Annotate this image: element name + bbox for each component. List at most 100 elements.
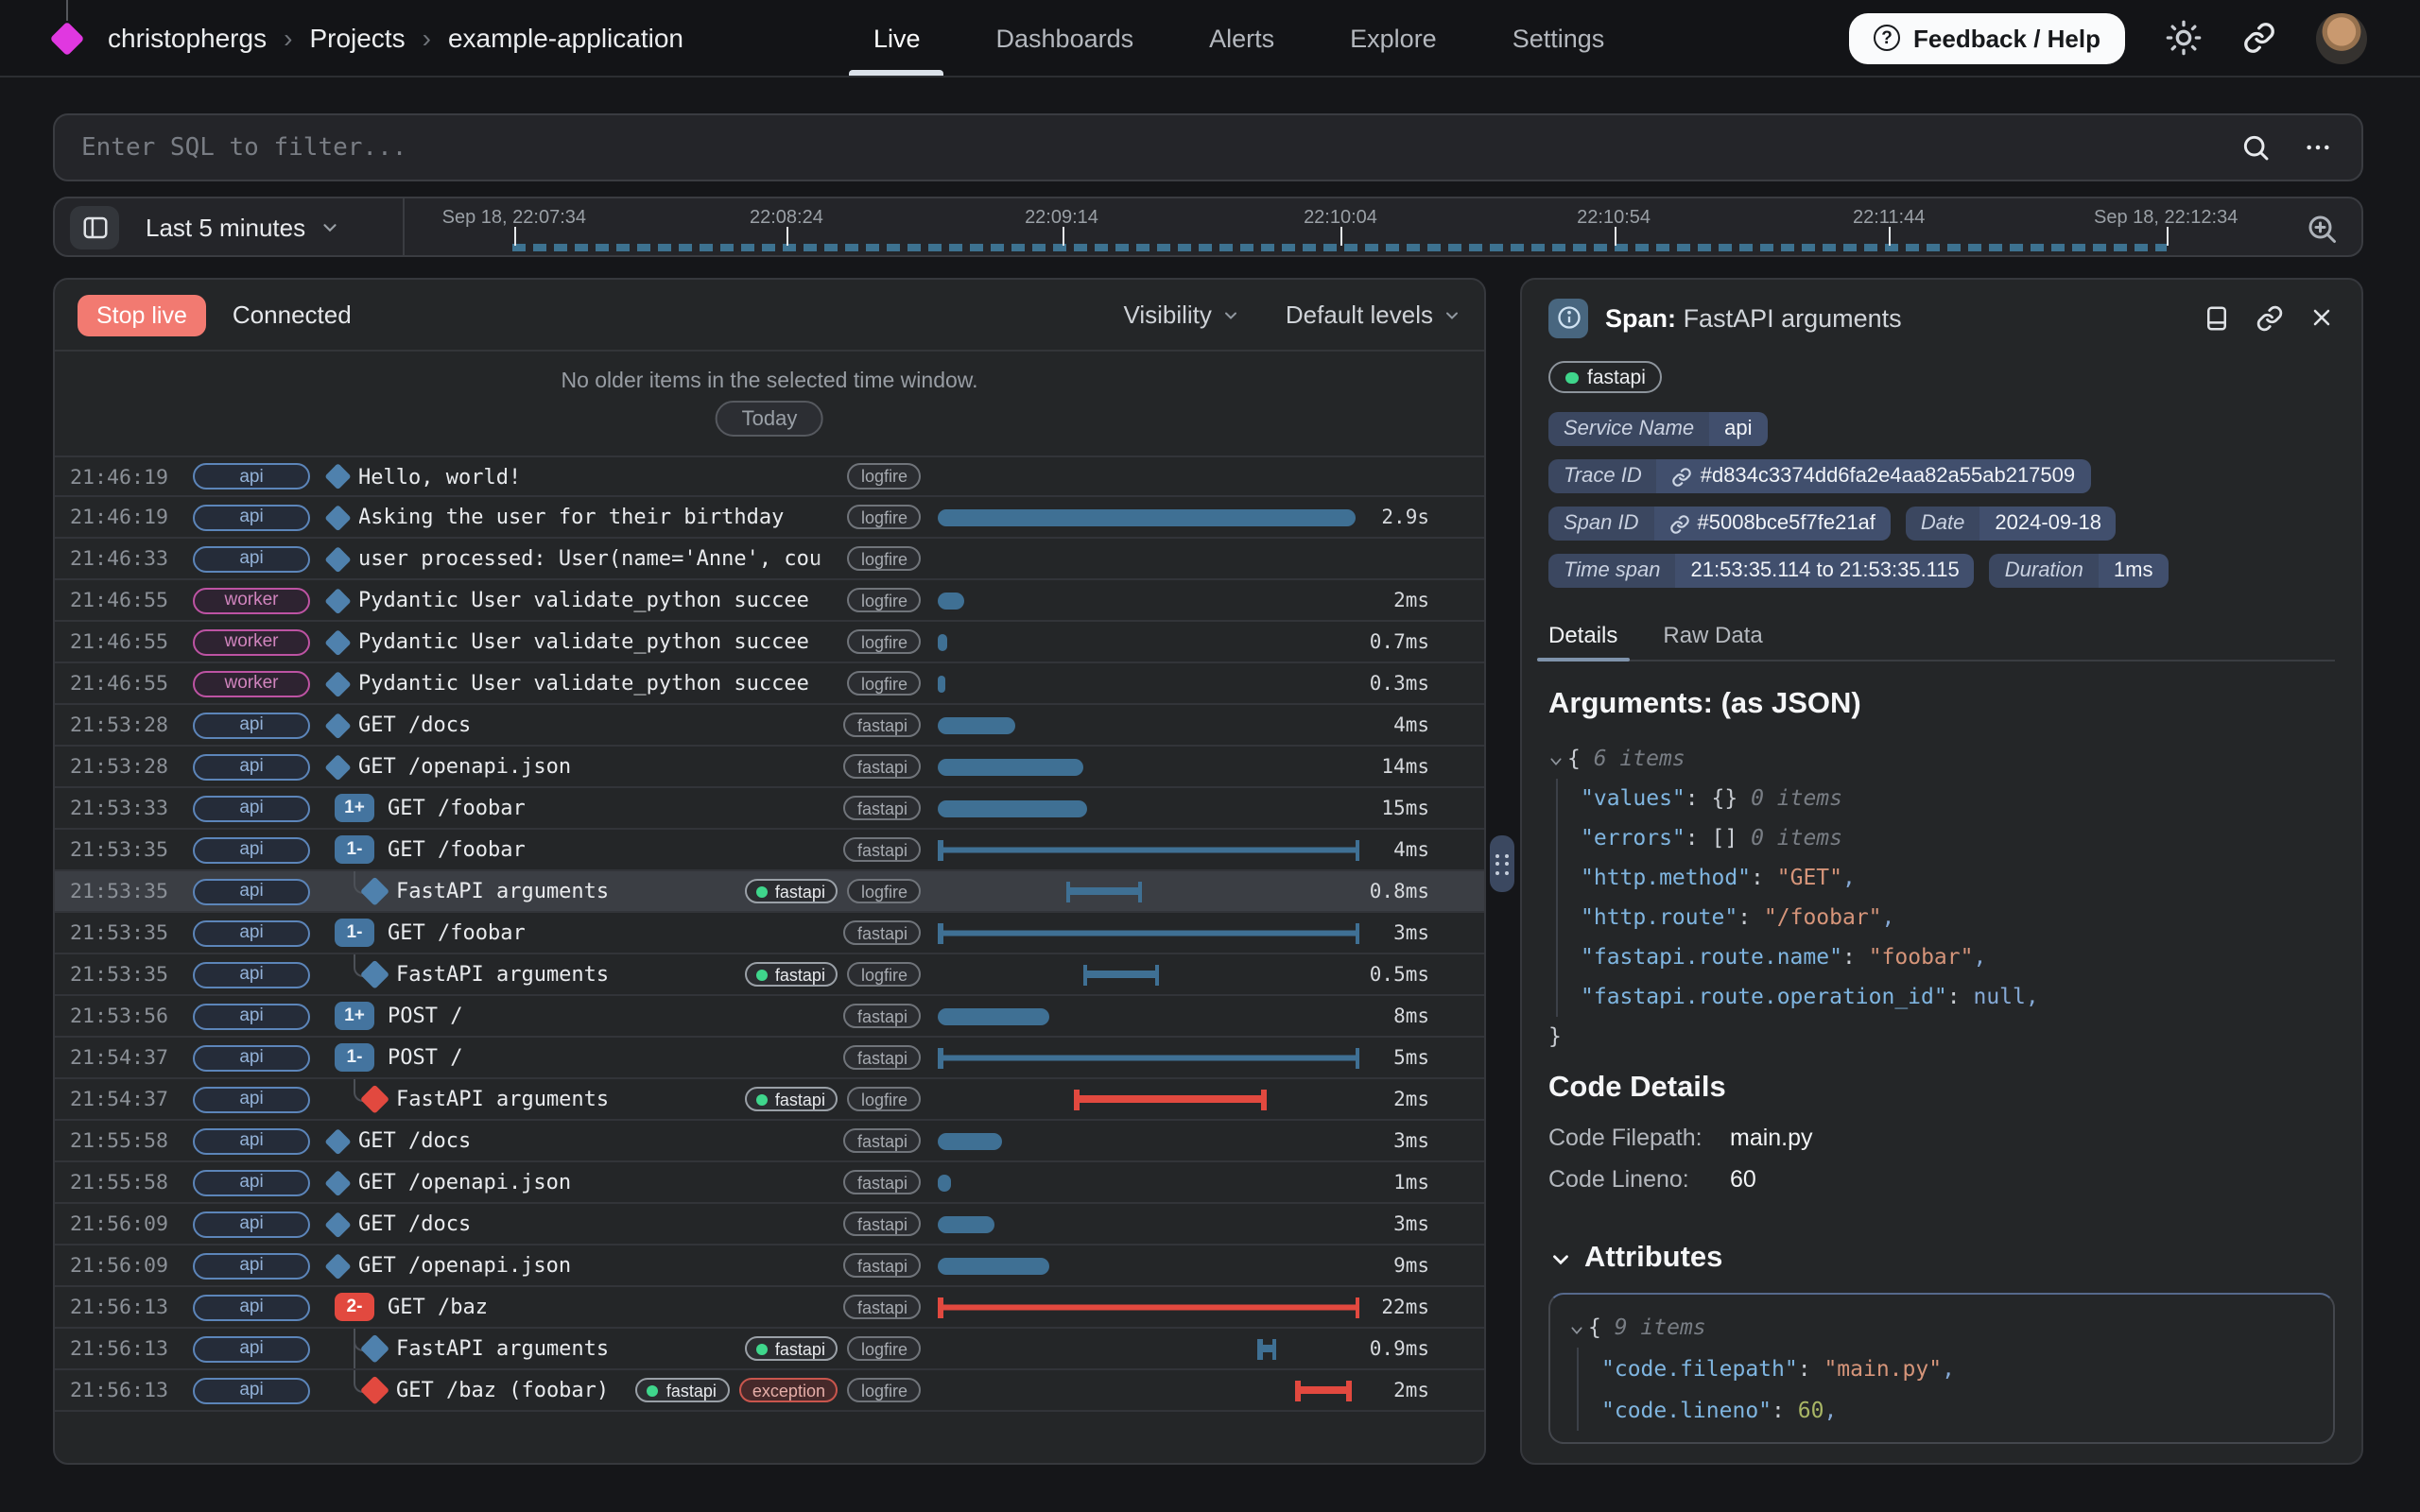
attribute-chip[interactable]: Date2024-09-18 <box>1906 507 2117 541</box>
span-duration: 3ms <box>1359 1129 1429 1152</box>
grip-handle[interactable] <box>1490 835 1514 892</box>
feedback-help-button[interactable]: ? Feedback / Help <box>1849 12 2125 63</box>
expand-chip[interactable]: 2- <box>335 1293 374 1321</box>
service-badge-api[interactable]: api <box>193 1003 310 1029</box>
today-button[interactable]: Today <box>716 401 824 437</box>
expand-chip[interactable]: 1- <box>335 919 374 947</box>
span-row[interactable]: 21:53:28apiGET /docsfastapi4ms <box>55 705 1484 747</box>
attributes-heading[interactable]: Attributes <box>1548 1243 2335 1277</box>
service-badge-api[interactable]: api <box>193 919 310 946</box>
avatar[interactable] <box>2316 12 2367 63</box>
tab-live[interactable]: Live <box>873 0 921 76</box>
expand-chip[interactable]: 1+ <box>335 1002 374 1030</box>
link-icon[interactable] <box>2242 21 2276 55</box>
span-row[interactable]: 21:54:37api1-POST /fastapi5ms <box>55 1038 1484 1079</box>
service-badge-api[interactable]: api <box>193 504 310 530</box>
span-row[interactable]: 21:46:55workerPydantic User validate_pyt… <box>55 663 1484 705</box>
span-row[interactable]: 21:56:13apiGET /baz (foobar)fastapiexcep… <box>55 1370 1484 1412</box>
breadcrumb-project-name[interactable]: example-application <box>448 23 683 53</box>
span-row[interactable]: 21:53:56api1+POST /fastapi8ms <box>55 996 1484 1038</box>
service-badge-api[interactable]: api <box>193 1377 310 1403</box>
service-badge-api[interactable]: api <box>193 961 310 988</box>
sun-theme-icon[interactable] <box>2165 19 2203 57</box>
service-badge-api[interactable]: api <box>193 878 310 904</box>
span-row[interactable]: 21:53:35api1-GET /foobarfastapi3ms <box>55 913 1484 954</box>
expand-chip[interactable]: 1- <box>335 1043 374 1072</box>
span-row[interactable]: 21:55:58apiGET /docsfastapi3ms <box>55 1121 1484 1162</box>
span-row[interactable]: 21:46:19apiHello, world!logfire <box>55 455 1484 497</box>
span-row[interactable]: 21:55:58apiGET /openapi.jsonfastapi1ms <box>55 1162 1484 1204</box>
span-row[interactable]: 21:54:37apiFastAPI argumentsfastapilogfi… <box>55 1079 1484 1121</box>
active-tab-underline <box>850 70 944 76</box>
tab-settings[interactable]: Settings <box>1512 0 1605 76</box>
span-row[interactable]: 21:53:28apiGET /openapi.jsonfastapi14ms <box>55 747 1484 788</box>
attribute-chip[interactable]: Service Nameapi <box>1548 413 1768 447</box>
service-badge-worker[interactable]: worker <box>193 587 310 613</box>
service-badge-api[interactable]: api <box>193 1127 310 1154</box>
timeline[interactable]: Sep 18, 22:07:3422:08:2422:09:1422:10:04… <box>406 198 2278 255</box>
span-duration: 15ms <box>1359 797 1429 819</box>
span-diamond-icon <box>325 505 351 530</box>
row-gutter <box>329 1174 347 1192</box>
expand-chip[interactable]: 1- <box>335 835 374 864</box>
service-badge-api[interactable]: api <box>193 545 310 572</box>
span-row[interactable]: 21:53:33api1+GET /foobarfastapi15ms <box>55 788 1484 830</box>
detail-tab-raw-data[interactable]: Raw Data <box>1663 623 1762 661</box>
service-badge-api[interactable]: api <box>193 712 310 738</box>
search-icon[interactable] <box>2240 132 2271 163</box>
service-badge-api[interactable]: api <box>193 1335 310 1362</box>
service-badge-api[interactable]: api <box>193 1044 310 1071</box>
span-row[interactable]: 21:46:33apiuser processed: User(name='An… <box>55 539 1484 580</box>
attribute-chip[interactable]: Trace ID#d834c3374dd6fa2e4aa82a55ab21750… <box>1548 460 2090 494</box>
tab-explore[interactable]: Explore <box>1350 0 1437 76</box>
service-badge-api[interactable]: api <box>193 1086 310 1112</box>
tab-dashboards[interactable]: Dashboards <box>996 0 1134 76</box>
service-badge-api[interactable]: api <box>193 1211 310 1237</box>
default-levels-dropdown[interactable]: Default levels <box>1286 301 1461 329</box>
card-icon[interactable] <box>2203 303 2231 332</box>
span-message: POST / <box>388 1045 844 1070</box>
expand-chip[interactable]: 1+ <box>335 794 374 822</box>
span-tags: fastapi <box>844 920 921 946</box>
span-row[interactable]: 21:56:13api2-GET /bazfastapi22ms <box>55 1287 1484 1329</box>
detail-tab-details[interactable]: Details <box>1548 623 1617 661</box>
detail-chip-row: Trace ID#d834c3374dd6fa2e4aa82a55ab21750… <box>1548 460 2335 494</box>
span-row[interactable]: 21:56:09apiGET /openapi.jsonfastapi9ms <box>55 1246 1484 1287</box>
breadcrumb-org[interactable]: christophergs <box>108 23 267 53</box>
kebab-icon[interactable] <box>2303 132 2333 163</box>
sql-filter-input[interactable]: Enter SQL to filter... <box>53 113 2363 181</box>
service-badge-api[interactable]: api <box>193 1252 310 1279</box>
service-badge-api[interactable]: api <box>193 836 310 863</box>
span-row[interactable]: 21:46:19apiAsking the user for their bir… <box>55 497 1484 539</box>
logfire-diamond-logo[interactable] <box>55 26 79 50</box>
attribute-chip[interactable]: Span ID#5008bce5f7fe21af <box>1548 507 1891 541</box>
service-badge-api[interactable]: api <box>193 1294 310 1320</box>
span-row[interactable]: 21:53:35api1-GET /foobarfastapi4ms <box>55 830 1484 871</box>
zoom-in-icon[interactable] <box>2305 212 2339 246</box>
span-row[interactable]: 21:53:35apiFastAPI argumentsfastapilogfi… <box>55 871 1484 913</box>
service-badge-api[interactable]: api <box>193 795 310 821</box>
span-timestamp: 21:53:35 <box>70 879 178 903</box>
service-badge-api[interactable]: api <box>193 753 310 780</box>
tab-alerts[interactable]: Alerts <box>1209 0 1274 76</box>
panel-toggle-icon[interactable] <box>70 206 119 249</box>
time-range-dropdown[interactable]: Last 5 minutes <box>146 198 339 255</box>
service-badge-worker[interactable]: worker <box>193 670 310 696</box>
close-icon[interactable] <box>2308 304 2335 331</box>
attribute-chip[interactable]: Time span21:53:35.114 to 21:53:35.115 <box>1548 555 1975 589</box>
span-row[interactable]: 21:53:35apiFastAPI argumentsfastapilogfi… <box>55 954 1484 996</box>
duration-bar-track <box>934 830 1359 869</box>
breadcrumb-projects[interactable]: Projects <box>309 23 405 53</box>
visibility-dropdown[interactable]: Visibility <box>1123 301 1239 329</box>
span-row[interactable]: 21:56:09apiGET /docsfastapi3ms <box>55 1204 1484 1246</box>
span-row[interactable]: 21:46:55workerPydantic User validate_pyt… <box>55 580 1484 622</box>
span-row[interactable]: 21:56:13apiFastAPI argumentsfastapilogfi… <box>55 1329 1484 1370</box>
attribute-chip[interactable]: Duration1ms <box>1990 555 2169 589</box>
link-icon[interactable] <box>2256 303 2284 332</box>
span-row[interactable]: 21:46:55workerPydantic User validate_pyt… <box>55 622 1484 663</box>
service-badge-api[interactable]: api <box>193 463 310 490</box>
service-badge-worker[interactable]: worker <box>193 628 310 655</box>
service-badge-api[interactable]: api <box>193 1169 310 1195</box>
service-tag-pill[interactable]: fastapi <box>1548 362 1663 394</box>
stop-live-button[interactable]: Stop live <box>78 294 206 335</box>
